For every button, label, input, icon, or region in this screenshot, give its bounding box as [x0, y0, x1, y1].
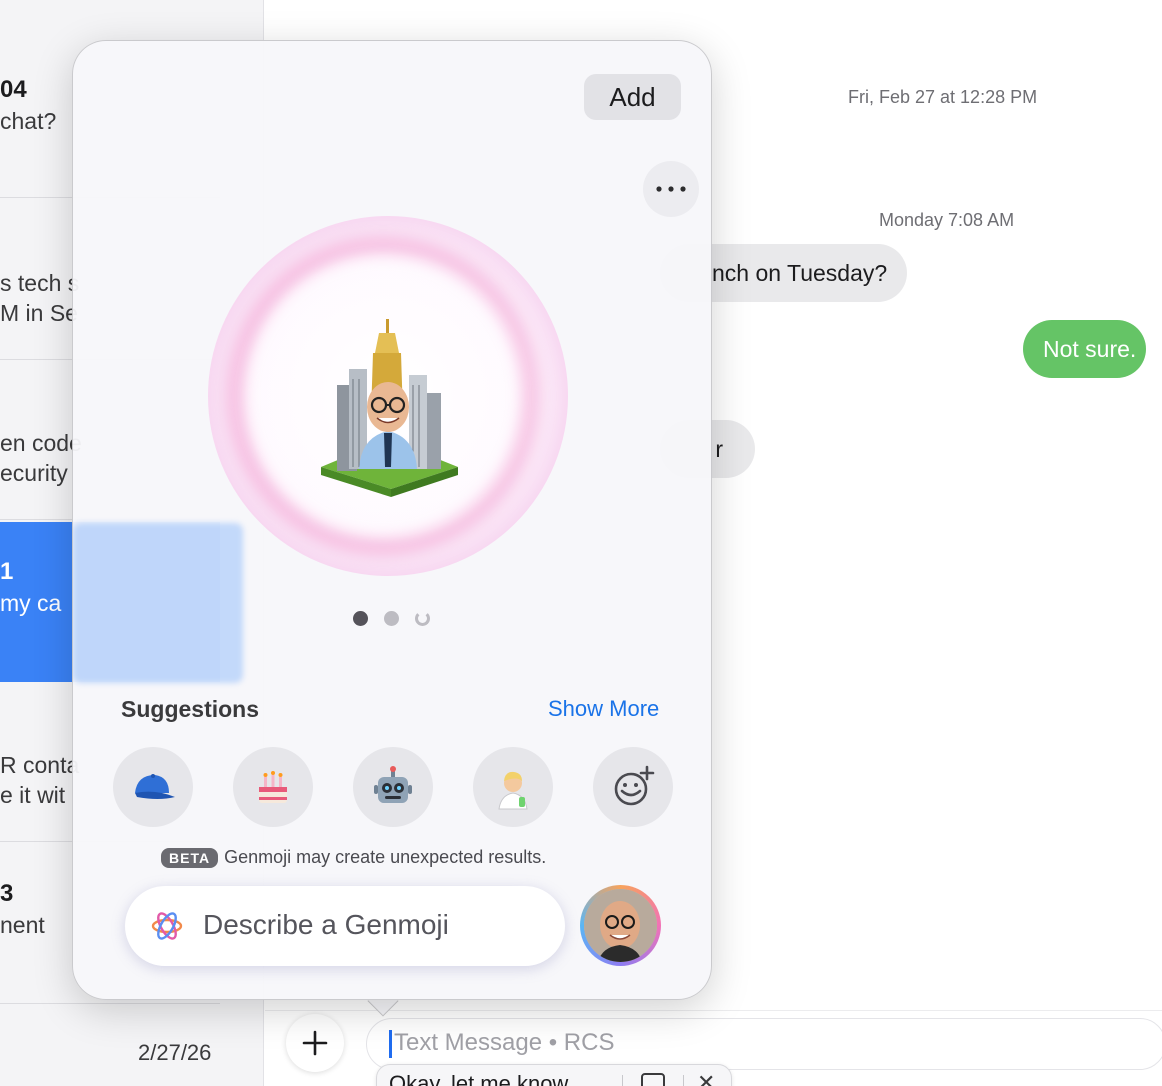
ellipsis-icon	[656, 186, 686, 192]
conversation-preview: en code	[0, 430, 82, 456]
outgoing-message-bubble[interactable]: Not sure.	[1023, 320, 1147, 378]
suggestion-scientist[interactable]	[473, 747, 553, 827]
more-options-button[interactable]	[643, 161, 699, 217]
genmoji-prompt-placeholder: Describe a Genmoji	[203, 909, 449, 940]
apps-plus-button[interactable]	[286, 1014, 344, 1072]
timestamp: Monday 7:08 AM	[879, 210, 1015, 230]
beta-badge: BETA	[161, 847, 219, 868]
add-emoji-button[interactable]	[593, 747, 673, 827]
conversation-preview-line2: ecurity	[0, 460, 68, 486]
conversation-name: 3	[0, 880, 14, 907]
avatar	[584, 889, 657, 962]
divider	[622, 1075, 623, 1086]
writing-tools-icon[interactable]	[641, 1073, 665, 1086]
divider	[683, 1075, 684, 1086]
conversation-preview: R conta	[0, 752, 80, 778]
beta-disclaimer: BETA Genmoji may create unexpected resul…	[161, 847, 546, 868]
text-caret	[389, 1030, 392, 1058]
robot-face-icon	[374, 766, 412, 803]
conversation-date: 2/27/26	[138, 1040, 212, 1065]
conversation-name: 04	[0, 76, 27, 103]
page-indicator[interactable]	[353, 611, 433, 627]
predictive-suggestion[interactable]: Okay, let me know	[389, 1071, 568, 1086]
person-avatar-button[interactable]	[580, 885, 661, 966]
baseball-cap-icon	[135, 774, 175, 799]
birthday-cake-icon	[259, 771, 287, 803]
conversation-preview: my ca	[0, 590, 62, 616]
suggestion-robot[interactable]	[353, 747, 433, 827]
close-icon[interactable]: ✕	[697, 1070, 715, 1086]
add-button[interactable]: Add	[584, 74, 681, 120]
timestamp: Fri, Feb 27 at 12:28 PM	[848, 87, 1038, 107]
suggestions-heading: Suggestions	[121, 696, 260, 722]
genmoji-preview-image[interactable]	[313, 319, 463, 497]
predictive-text-bar: Okay, let me know ✕	[376, 1064, 732, 1086]
page-dot[interactable]	[384, 611, 399, 626]
page-dot-active[interactable]	[353, 611, 368, 626]
conversation-name: 1	[0, 558, 14, 585]
conversation-preview-line2: e it wit	[0, 782, 66, 808]
background-blur	[73, 523, 243, 683]
genmoji-prompt-input[interactable]: Describe a Genmoji	[125, 886, 565, 966]
show-more-link[interactable]: Show More	[548, 696, 659, 722]
disclaimer-text: Genmoji may create unexpected results.	[224, 847, 547, 867]
plus-icon	[302, 1030, 328, 1056]
message-input-placeholder: Text Message • RCS	[394, 1029, 615, 1056]
conversation-preview-line2: M in Se	[0, 300, 78, 326]
page-dot-loading[interactable]	[415, 611, 430, 626]
conversation-preview: nent	[0, 912, 45, 938]
add-emoji-icon	[614, 765, 655, 806]
suggestion-cake[interactable]	[233, 747, 313, 827]
conversation-preview: s tech s	[0, 270, 80, 296]
conversation-preview: chat?	[0, 108, 57, 134]
genmoji-popover: Add Suggestions Show More BETA Genmoji m…	[72, 40, 712, 1000]
scientist-icon	[498, 771, 528, 810]
suggestion-cap[interactable]	[113, 747, 193, 827]
apple-intelligence-icon	[151, 912, 183, 940]
